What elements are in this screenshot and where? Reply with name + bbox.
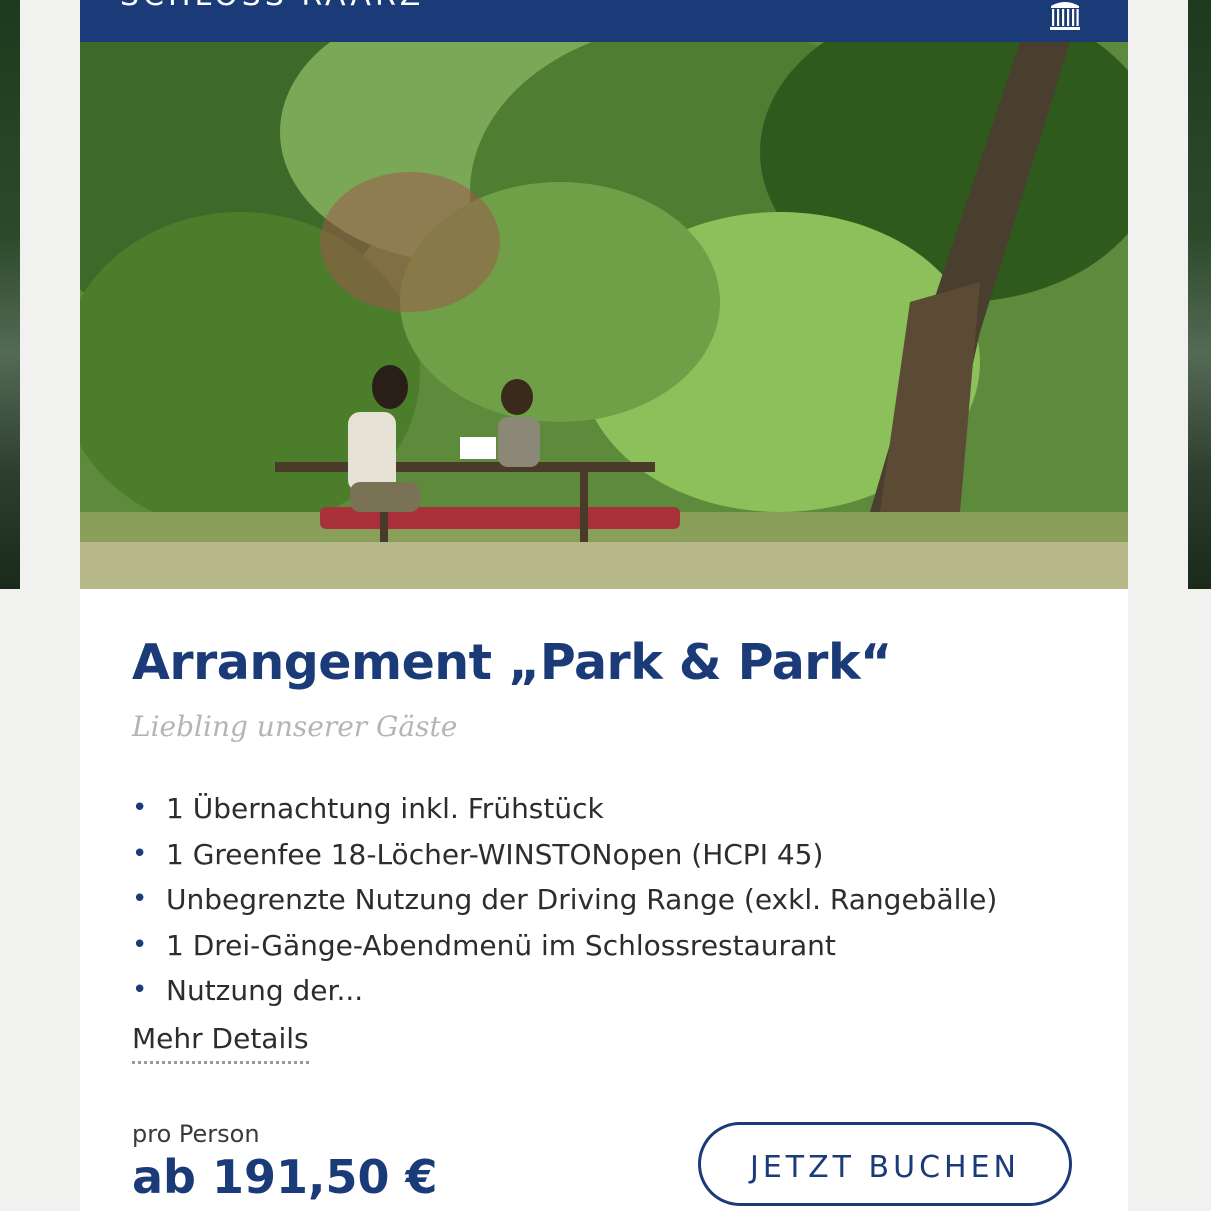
offer-subtitle: Liebling unserer Gäste <box>132 710 458 743</box>
bullet-icon: • <box>132 884 148 915</box>
feature-item: • Nutzung der... <box>132 968 997 1014</box>
header-bar: SCHLOSS RAARZ <box>80 0 1128 42</box>
feature-text: Unbegrenzte Nutzung der Driving Range (e… <box>166 883 998 917</box>
bullet-icon: • <box>132 929 148 960</box>
picnic-in-park-photo <box>80 42 1128 589</box>
feature-item: • Unbegrenzte Nutzung der Driving Range (… <box>132 877 997 923</box>
price-label: pro Person <box>132 1120 260 1148</box>
hero-image <box>80 42 1128 589</box>
feature-item: • 1 Übernachtung inkl. Frühstück <box>132 786 997 832</box>
offer-card: SCHLOSS RAARZ <box>80 0 1128 1211</box>
brand-name[interactable]: SCHLOSS RAARZ <box>120 0 424 13</box>
feature-item: • 1 Drei-Gänge-Abendmenü im Schlossrestau… <box>132 923 997 969</box>
feature-text: 1 Übernachtung inkl. Frühstück <box>166 792 604 825</box>
feature-list: • 1 Übernachtung inkl. Frühstück • 1 Green… <box>132 786 997 1014</box>
price-value: ab 191,50 € <box>132 1150 438 1204</box>
feature-item: • 1 Greenfee 18-Löcher-WINSTONopen (HCPI … <box>132 832 997 878</box>
feature-text: 1 Drei-Gänge-Abendmenü im Schlossrestaur… <box>166 928 836 962</box>
bullet-icon: • <box>132 975 148 1006</box>
background-photo-left <box>0 0 20 589</box>
bullet-icon: • <box>132 838 148 869</box>
background-photo-right <box>1188 0 1211 589</box>
feature-text: 1 Greenfee 18-Löcher-WINSTONopen (HCPI 4… <box>166 837 824 871</box>
book-now-button[interactable]: JETZT BUCHEN <box>698 1122 1072 1206</box>
castle-icon[interactable] <box>1048 0 1082 32</box>
bullet-icon: • <box>132 793 148 823</box>
more-details-link[interactable]: Mehr Details <box>132 1022 309 1064</box>
offer-title: Arrangement „Park & Park“ <box>132 634 892 691</box>
feature-text: Nutzung der... <box>166 974 364 1008</box>
